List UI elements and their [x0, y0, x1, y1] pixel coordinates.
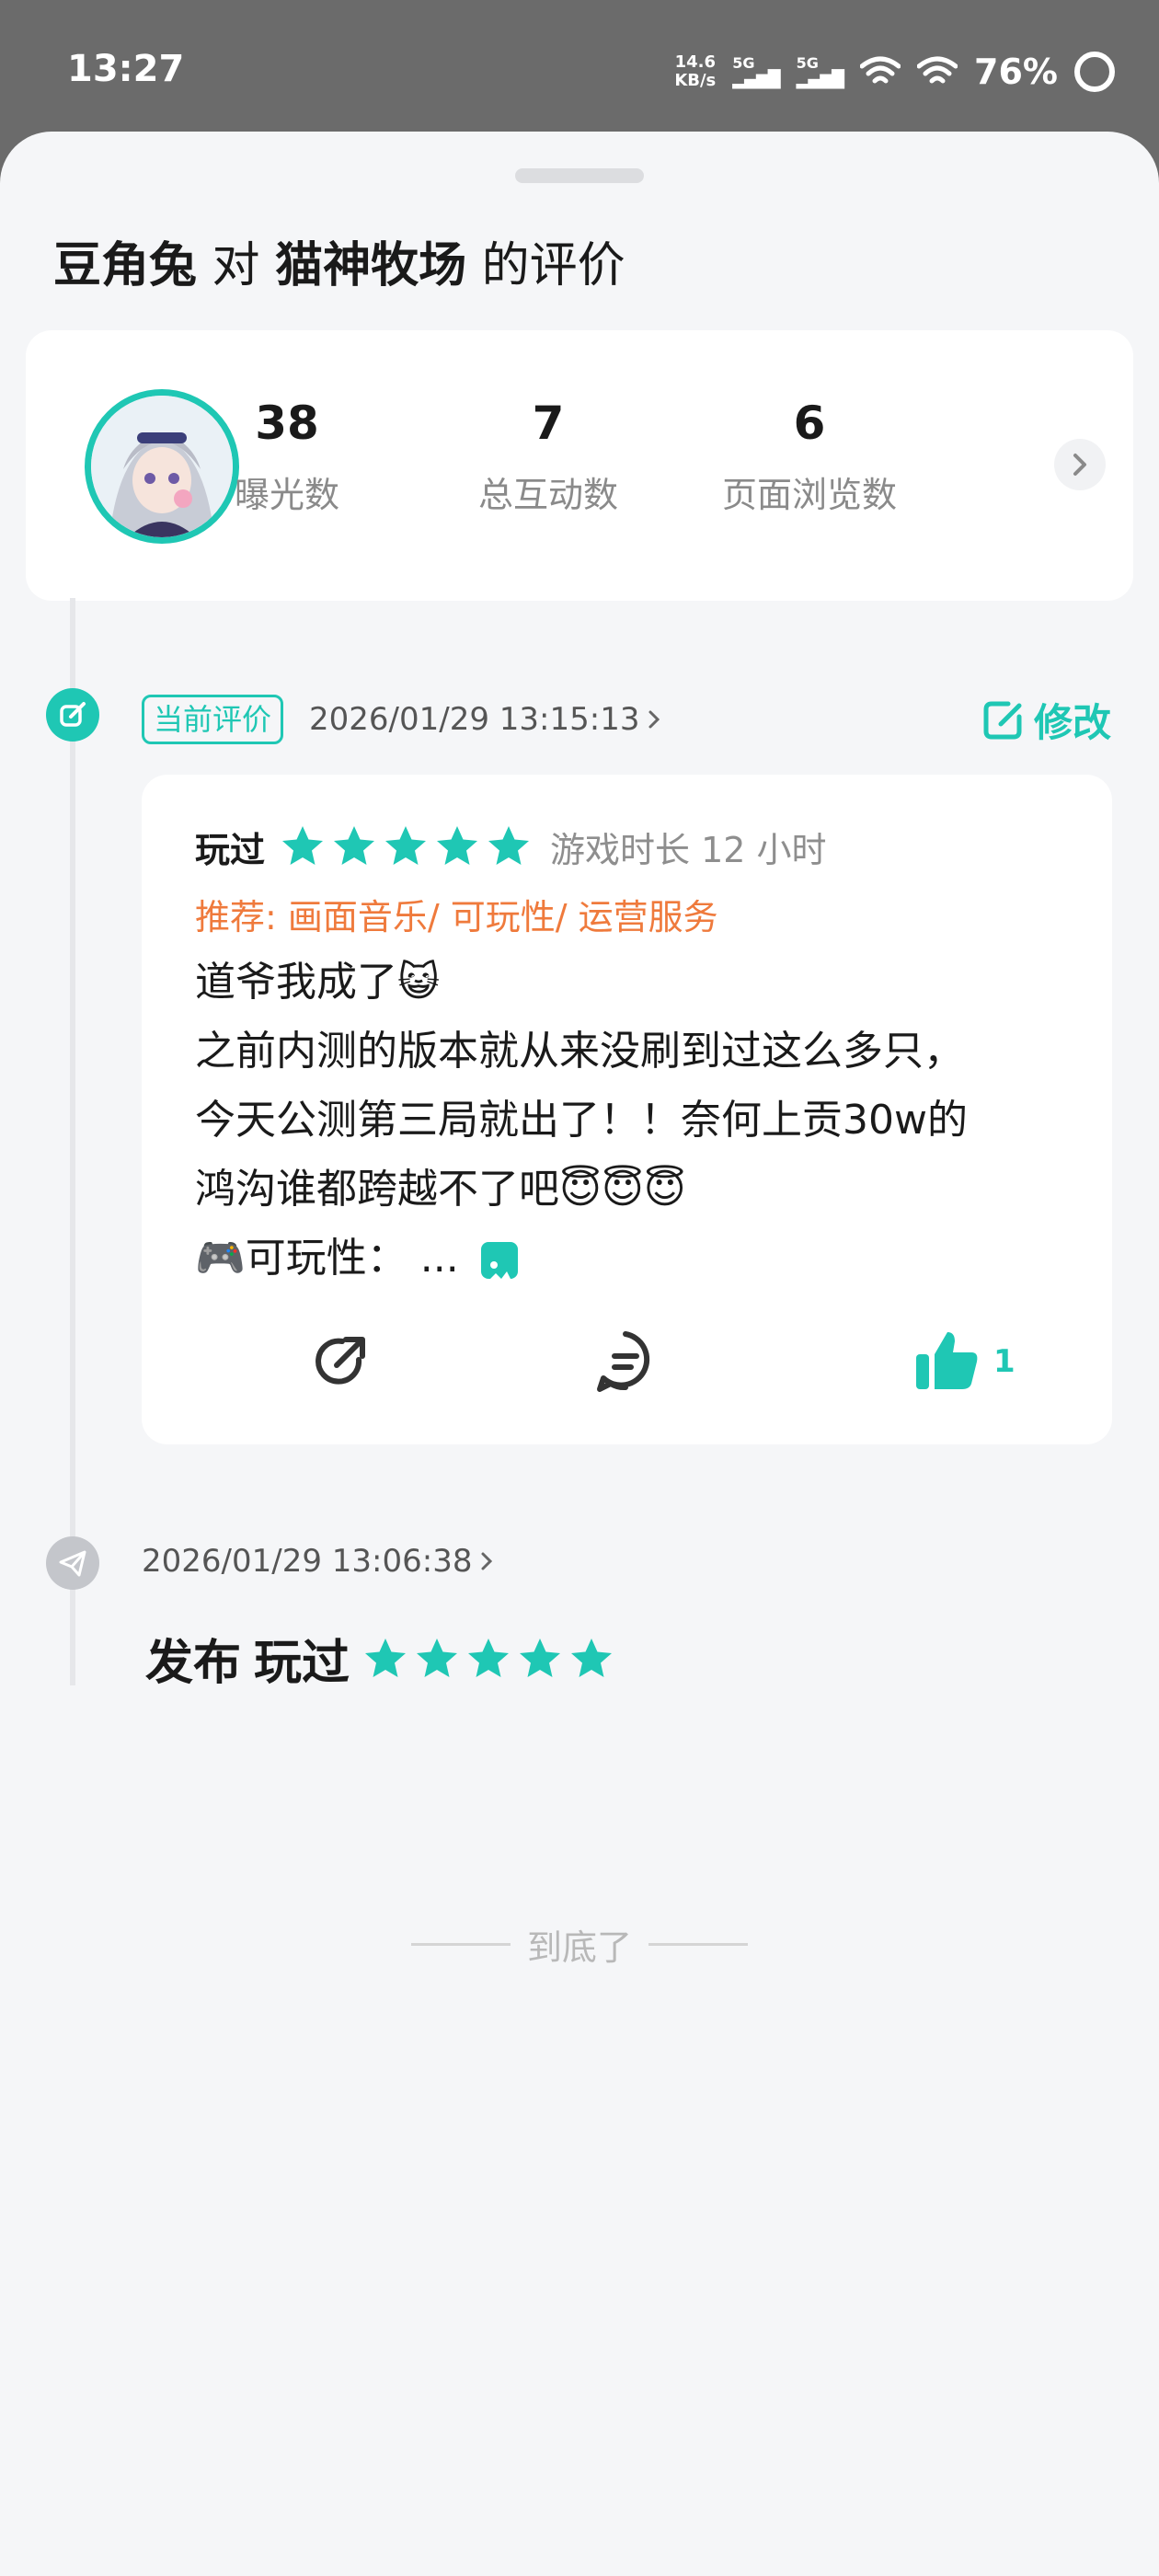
send-circle-icon [46, 1536, 99, 1590]
star-icon [385, 826, 427, 865]
star-icon [334, 826, 375, 865]
review-line: 道爷我成了😺 [195, 959, 440, 1006]
stat-interactions: 7 总互动数 [429, 397, 668, 517]
timeline-line [70, 598, 75, 1685]
timestamp-text: 2026/01/29 13:06:38 [142, 1543, 473, 1580]
review-sheet: 豆角兔 对 猫神牧场 的评价 38 曝光数 7 总互动数 6 页面浏览数 当前评… [0, 132, 1159, 2576]
battery-icon [1074, 52, 1115, 92]
stat-value: 7 [532, 397, 565, 450]
publish-status: 玩过 [254, 1636, 350, 1691]
star-icon [488, 826, 530, 865]
review-meta: 玩过 游戏时长 12 小时 [195, 819, 827, 874]
stat-value: 38 [255, 397, 319, 450]
review-line: 🎮可玩性： ... [195, 1235, 459, 1282]
publish-line: 发布 玩过 [145, 1624, 614, 1693]
title-suffix: 的评价 [481, 238, 625, 293]
comment-icon [597, 1331, 650, 1392]
status-time: 13:27 [67, 48, 185, 90]
chevron-right-icon[interactable] [1054, 439, 1106, 490]
stat-label: 页面浏览数 [721, 475, 897, 515]
net-speed-unit: KB/s [674, 71, 717, 90]
star-icon [468, 1638, 510, 1677]
divider [648, 1943, 748, 1946]
wifi-2-icon [917, 56, 958, 84]
star-icon [417, 1638, 458, 1677]
edit-button[interactable]: 修改 [981, 692, 1111, 748]
net-speed-value: 14.6 [674, 52, 716, 72]
review-line: 鸿沟谁都跨越不了吧😇😇😇 [195, 1166, 686, 1213]
page-title: 豆角兔 对 猫神牧场 的评价 [53, 226, 625, 295]
wifi-icon [860, 56, 901, 84]
divider [410, 1943, 511, 1946]
share-icon [316, 1337, 365, 1385]
share-button[interactable] [305, 1327, 375, 1397]
star-icon [571, 1638, 613, 1677]
edit-circle-icon [46, 688, 99, 742]
net-speed: 14.6 KB/s [674, 53, 716, 90]
review-actions: 1 [142, 1327, 1112, 1409]
rating-stars [362, 1636, 614, 1682]
rating-stars [280, 823, 532, 869]
end-text: 到底了 [526, 1927, 632, 1968]
title-connector: 对 [212, 238, 260, 293]
like-count: 1 [993, 1343, 1016, 1380]
stat-value: 6 [793, 397, 826, 450]
playtime: 游戏时长 12 小时 [550, 829, 827, 870]
chevron-right-icon [481, 1552, 493, 1570]
signal-2-icon: 5G ▂▄▆█ [796, 54, 844, 89]
current-review-badge: 当前评价 [142, 695, 284, 744]
stat-label: 曝光数 [234, 475, 339, 515]
thumbs-up-icon [916, 1332, 978, 1389]
review-line: 之前内测的版本就从来没刷到过这么多只， [195, 1028, 964, 1075]
chevron-right-icon [648, 710, 660, 729]
review-line-last: 🎮可玩性： ... [195, 1224, 1078, 1293]
publish-action: 发布 [145, 1636, 242, 1691]
game-name[interactable]: 猫神牧场 [275, 238, 466, 293]
signal-1-icon: 5G ▂▄▆█ [732, 54, 780, 89]
battery-text: 76% [974, 52, 1058, 92]
stat-exposure: 38 曝光数 [167, 397, 407, 517]
image-icon[interactable] [480, 1242, 518, 1282]
review-status: 玩过 [195, 829, 266, 870]
like-button[interactable]: 1 [912, 1327, 1016, 1397]
stat-page-views: 6 页面浏览数 [690, 397, 929, 517]
star-icon [365, 1638, 407, 1677]
star-icon [282, 826, 324, 865]
stats-card[interactable]: 38 曝光数 7 总互动数 6 页面浏览数 [26, 330, 1133, 601]
review-card[interactable]: 玩过 游戏时长 12 小时 推荐: 画面音乐/ 可玩性/ 运营服务 道爷我成了😺… [142, 775, 1112, 1444]
edit-label: 修改 [1033, 700, 1111, 745]
star-icon [520, 1638, 561, 1677]
publish-timestamp[interactable]: 2026/01/29 13:06:38 [142, 1543, 494, 1580]
comment-button[interactable] [591, 1327, 660, 1397]
current-review-timestamp[interactable]: 2026/01/29 13:15:13 [309, 701, 661, 738]
edit-icon [983, 701, 1022, 739]
user-name[interactable]: 豆角兔 [53, 238, 197, 293]
status-bar: 13:27 14.6 KB/s 5G ▂▄▆█ 5G ▂▄▆█ 76% [0, 0, 1159, 138]
star-icon [437, 826, 478, 865]
recommend-tags: 推荐: 画面音乐/ 可玩性/ 运营服务 [195, 897, 718, 937]
timestamp-text: 2026/01/29 13:15:13 [309, 701, 640, 738]
status-icons: 14.6 KB/s 5G ▂▄▆█ 5G ▂▄▆█ 76% [674, 44, 1115, 99]
review-line: 今天公测第三局就出了！！奈何上贡30w的 [195, 1097, 968, 1144]
review-body[interactable]: 道爷我成了😺 之前内测的版本就从来没刷到过这么多只， 今天公测第三局就出了！！奈… [195, 948, 1078, 1293]
drag-handle[interactable] [515, 168, 644, 183]
stat-label: 总互动数 [477, 475, 618, 515]
end-of-list: 到底了 [0, 1919, 1159, 1970]
